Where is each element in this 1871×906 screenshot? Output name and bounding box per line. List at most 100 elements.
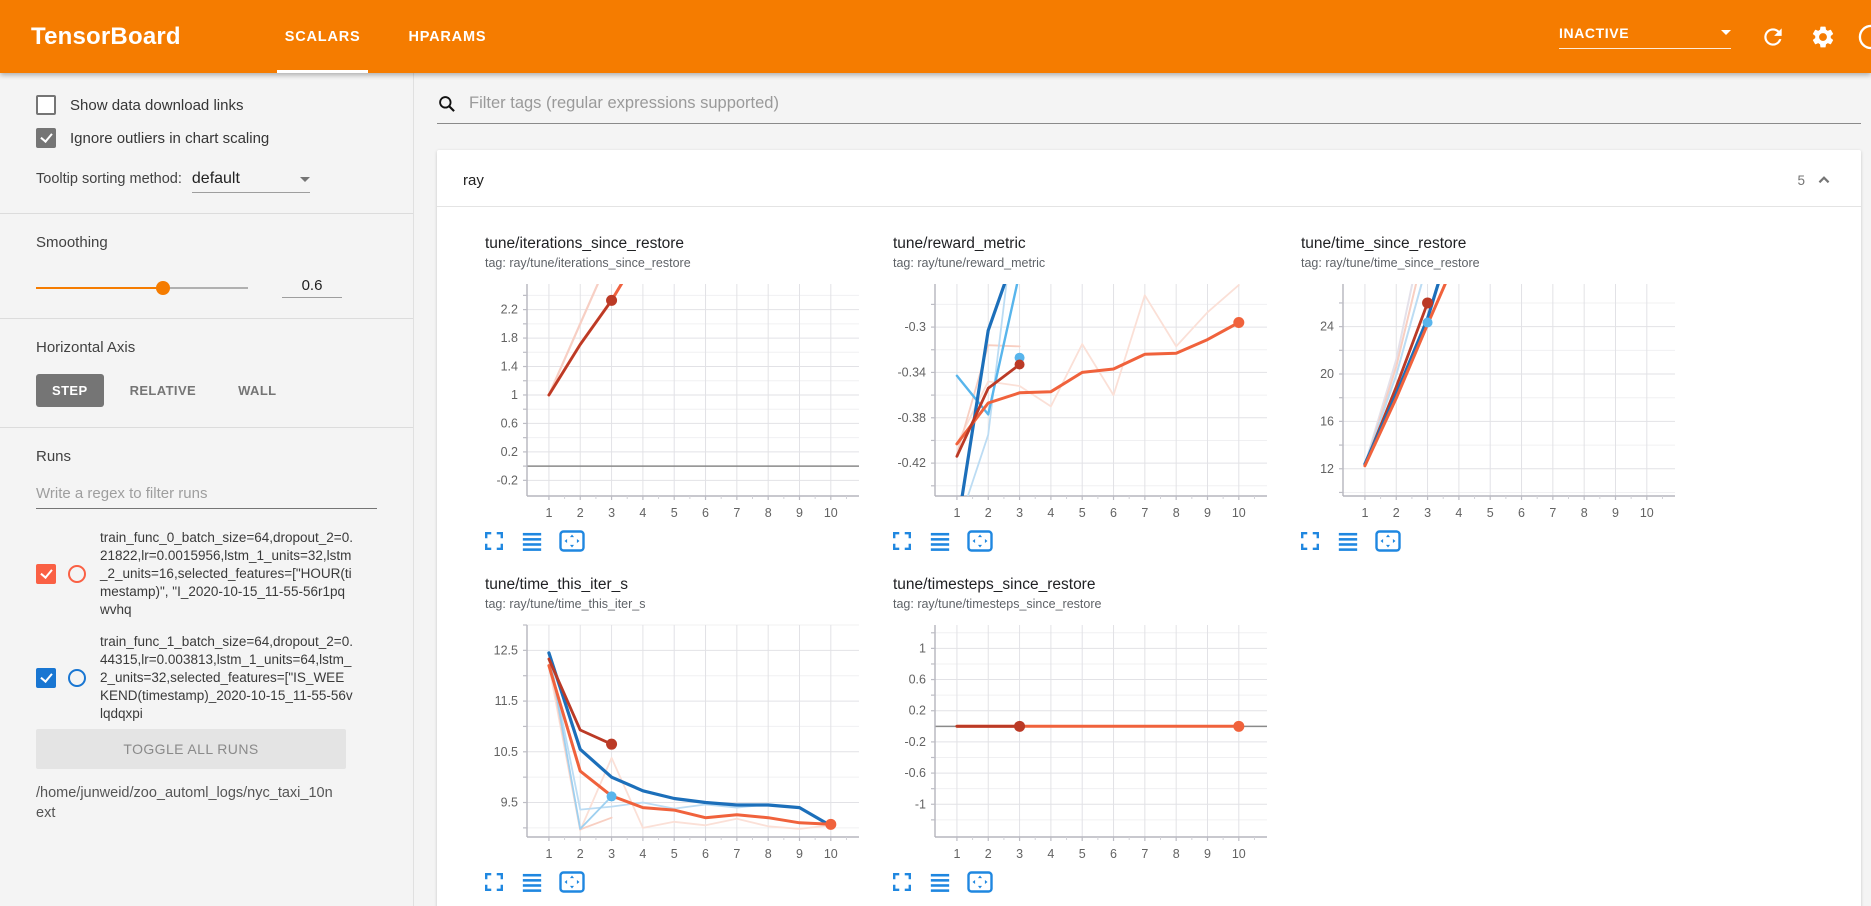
runs-selector-button[interactable] (1337, 530, 1359, 552)
download-links-checkbox[interactable] (36, 95, 56, 115)
ray-section-header[interactable]: ray 5 (437, 150, 1861, 207)
smoothing-heading: Smoothing (36, 234, 377, 251)
expand-chart-button[interactable] (483, 530, 505, 552)
svg-text:12.5: 12.5 (494, 643, 518, 657)
svg-text:6: 6 (1110, 847, 1117, 861)
svg-text:6: 6 (1518, 506, 1525, 520)
expand-chart-button[interactable] (1299, 530, 1321, 552)
tab-hparams[interactable]: HPARAMS (384, 0, 510, 73)
svg-text:12: 12 (1320, 462, 1334, 476)
svg-text:1: 1 (919, 641, 926, 655)
svg-text:2: 2 (985, 847, 992, 861)
expand-chart-button[interactable] (891, 871, 913, 893)
svg-text:9: 9 (796, 506, 803, 520)
run-checkbox[interactable] (36, 564, 56, 584)
svg-text:1.4: 1.4 (501, 360, 518, 374)
svg-text:5: 5 (1079, 847, 1086, 861)
run-row: train_func_1_batch_size=64,dropout_2=0.4… (36, 633, 387, 723)
svg-text:5: 5 (1487, 506, 1494, 520)
chart-toolbar (471, 530, 871, 552)
run-radio[interactable] (68, 565, 86, 583)
svg-text:4: 4 (1047, 506, 1054, 520)
chart-plot[interactable]: 2.21.81.410.60.2-0.212345678910 (471, 278, 871, 526)
help-button[interactable] (1857, 21, 1871, 53)
toggle-all-runs-button[interactable]: TOGGLE ALL RUNS (36, 729, 346, 769)
runs-list-icon (521, 871, 543, 893)
refresh-button[interactable] (1757, 21, 1789, 53)
svg-text:8: 8 (1173, 506, 1180, 520)
chart-plot[interactable]: 10.60.2-0.2-0.6-112345678910 (879, 619, 1279, 867)
run-checkbox[interactable] (36, 668, 56, 688)
svg-text:2: 2 (985, 506, 992, 520)
smoothing-value[interactable]: 0.6 (282, 277, 342, 298)
pan-zoom-button[interactable] (559, 530, 585, 552)
pan-zoom-button[interactable] (967, 871, 993, 893)
runs-list-icon (929, 530, 951, 552)
tag-filter-input[interactable] (467, 93, 1861, 114)
axis-relative-button[interactable]: RELATIVE (114, 374, 213, 407)
section-title: ray (463, 172, 484, 189)
pan-icon (967, 530, 993, 552)
svg-text:10: 10 (1232, 847, 1246, 861)
settings-button[interactable] (1807, 21, 1839, 53)
slider-fill (36, 287, 163, 290)
svg-text:-0.2: -0.2 (496, 473, 518, 487)
reload-mode-value: INACTIVE (1559, 25, 1629, 41)
pan-zoom-button[interactable] (559, 871, 585, 893)
svg-text:8: 8 (765, 847, 772, 861)
horizontal-axis-buttons: STEP RELATIVE WALL (36, 374, 377, 407)
runs-filter-input[interactable] (36, 479, 377, 509)
pan-zoom-button[interactable] (967, 530, 993, 552)
svg-text:9: 9 (796, 847, 803, 861)
divider (0, 427, 413, 428)
download-links-label: Show data download links (70, 97, 243, 114)
tooltip-sorting-select[interactable]: default (192, 170, 310, 193)
chart-tag: tag: ray/tune/time_this_iter_s (471, 597, 871, 611)
expand-chart-button[interactable] (891, 530, 913, 552)
fullscreen-icon (891, 871, 913, 893)
svg-text:2: 2 (1393, 506, 1400, 520)
chevron-up-icon[interactable] (1813, 169, 1835, 191)
chart-toolbar (879, 871, 1279, 893)
svg-text:6: 6 (702, 506, 709, 520)
svg-text:3: 3 (1016, 847, 1023, 861)
app-title: TensorBoard (31, 23, 181, 51)
axis-step-button[interactable]: STEP (36, 374, 104, 407)
svg-text:9.5: 9.5 (501, 796, 518, 810)
chart-title: tune/reward_metric (879, 235, 1279, 253)
svg-text:9: 9 (1204, 847, 1211, 861)
run-row: train_func_0_batch_size=64,dropout_2=0.2… (36, 529, 387, 619)
run-radio[interactable] (68, 669, 86, 687)
smoothing-slider[interactable] (36, 281, 248, 295)
chart-plot[interactable]: 2420161212345678910 (1287, 278, 1687, 526)
svg-text:1: 1 (511, 388, 518, 402)
scalar-chart-card: tune/iterations_since_restore tag: ray/t… (471, 235, 871, 552)
ignore-outliers-checkbox[interactable] (36, 128, 56, 148)
expand-chart-button[interactable] (483, 871, 505, 893)
chart-tag: tag: ray/tune/iterations_since_restore (471, 256, 871, 270)
svg-text:5: 5 (1079, 506, 1086, 520)
runs-selector-button[interactable] (929, 871, 951, 893)
search-icon (437, 94, 457, 114)
runs-selector-button[interactable] (521, 530, 543, 552)
svg-text:4: 4 (639, 506, 646, 520)
settings-sidebar: Show data download links Ignore outliers… (0, 73, 414, 906)
reload-mode-select[interactable]: INACTIVE (1559, 25, 1731, 49)
chart-tag: tag: ray/tune/reward_metric (879, 256, 1279, 270)
pan-zoom-button[interactable] (1375, 530, 1401, 552)
svg-text:-0.38: -0.38 (898, 411, 927, 425)
runs-selector-button[interactable] (521, 871, 543, 893)
fullscreen-icon (483, 871, 505, 893)
chart-plot[interactable]: 12.511.510.59.512345678910 (471, 619, 871, 867)
svg-text:9: 9 (1612, 506, 1619, 520)
svg-text:6: 6 (1110, 506, 1117, 520)
slider-thumb[interactable] (156, 281, 170, 295)
runs-selector-button[interactable] (929, 530, 951, 552)
tab-scalars[interactable]: SCALARS (261, 0, 385, 73)
axis-wall-button[interactable]: WALL (222, 374, 292, 407)
chart-plot[interactable]: -0.3-0.34-0.38-0.4212345678910 (879, 278, 1279, 526)
svg-text:5: 5 (671, 847, 678, 861)
chart-toolbar (1287, 530, 1687, 552)
svg-text:-0.2: -0.2 (904, 735, 926, 749)
svg-text:1: 1 (1361, 506, 1368, 520)
